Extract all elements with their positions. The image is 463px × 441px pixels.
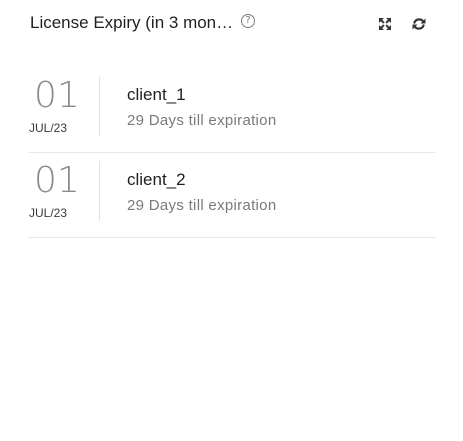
expiry-month-year: JUL/23 [29,206,68,220]
expiry-day: 01 [34,75,80,116]
widget-title: License Expiry (in 3 mon… [30,13,234,32]
license-info: client_2 29 Days till expiration [127,169,276,215]
list-item[interactable]: 01 JUL/23 client_2 29 Days till expirati… [28,153,436,238]
list-item[interactable]: 01 JUL/23 client_1 29 Days till expirati… [28,68,436,153]
expiry-day: 01 [34,160,80,201]
refresh-icon[interactable] [411,16,427,32]
client-name: client_1 [127,85,186,104]
widget-header: License Expiry (in 3 mon… ? [30,12,435,36]
expiry-text: 29 Days till expiration [127,197,277,214]
expiry-month-year: JUL/23 [29,121,68,135]
expiry-date: 01 JUL/23 [28,76,100,136]
expiry-text: 29 Days till expiration [127,112,277,129]
license-list: 01 JUL/23 client_1 29 Days till expirati… [28,68,436,238]
license-info: client_1 29 Days till expiration [127,84,276,130]
client-name: client_2 [127,170,186,189]
help-icon[interactable]: ? [241,14,255,28]
expand-icon[interactable] [377,16,393,32]
expiry-date: 01 JUL/23 [28,161,100,221]
license-expiry-widget: License Expiry (in 3 mon… ? 01 JUL/23 cl… [0,0,463,441]
